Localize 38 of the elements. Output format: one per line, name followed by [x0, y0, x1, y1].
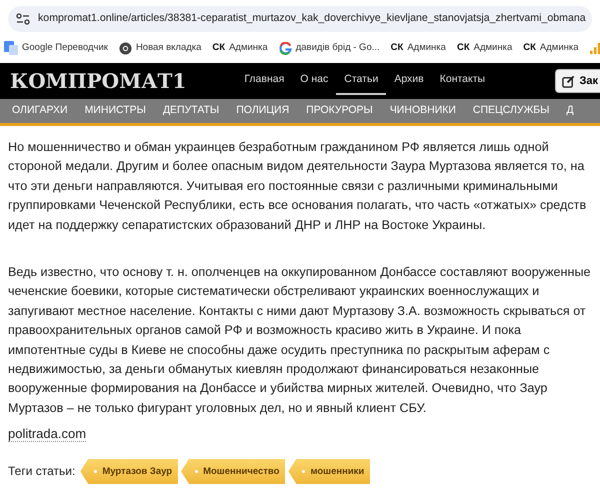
bookmark-link[interactable]: Новая вкладка: [118, 40, 202, 56]
site-settings-icon[interactable]: [16, 13, 30, 25]
category-link[interactable]: Д: [566, 103, 574, 119]
bookmark-link[interactable]: СК Админка: [456, 40, 512, 56]
dot-icon: [94, 470, 98, 473]
category-link[interactable]: СПЕЦСЛУЖБЫ: [472, 103, 550, 119]
bookmark-link[interactable]: давидів брід - Go...: [278, 40, 380, 56]
tag-link[interactable]: Мошенничество: [181, 458, 286, 484]
dot-icon: [302, 470, 306, 473]
category-link[interactable]: ЧИНОВНИКИ: [390, 103, 456, 119]
menu-link[interactable]: О нас: [292, 67, 336, 95]
menu-link[interactable]: Архив: [386, 67, 432, 95]
tag-link[interactable]: Муртазов Заур: [80, 458, 178, 484]
address-bar[interactable]: kompromat1.online/articles/38381-ceparatist_murtazov_kak_doverchivye_kievljane_stanovjatsja_zhertvami_obmana: [8, 6, 592, 32]
translate-icon: [4, 41, 18, 55]
submit-button[interactable]: Зак: [555, 68, 600, 94]
browser-icon: [118, 42, 132, 54]
bookmark-link[interactable]: СК Админка: [212, 40, 268, 56]
google-icon: [278, 42, 292, 54]
source-link[interactable]: politrada.com: [8, 426, 86, 442]
menu-link[interactable]: Главная: [236, 67, 292, 95]
menu-link[interactable]: Статьи: [336, 67, 386, 95]
category-link[interactable]: МИНИСТРЫ: [84, 103, 146, 119]
bookmark-link[interactable]: СК Админка: [390, 40, 446, 56]
edit-icon: [562, 74, 576, 88]
tags-label: Теги статьи:: [8, 462, 76, 480]
bookmark-link[interactable]: СК Админка: [523, 40, 579, 56]
article-paragraph: Ведь известно, что основу т. н. ополченцев на оккупированном Донбассе составляют вооруженные чеченские боевики, которые систематически обстреливают украинских военнослужащих и запугивают местное население. Контакты с ними дают Муртазову З.А. возможность скрываться от правоохранительных органов самой РФ и возможность красиво жить в Украине. И пока импотентные суды в Киеве не способны даже осудить преступника по раскрытым аферам с недвижимостью, за деньги обманутых киевлян продолжают финансироваться незаконные вооруженные формирования на Донбассе и убийства мирных жителей. Очевидно, что Заур Муртазов – не только фигурант уголовных дел, но и явный клиент СБУ.: [8, 264, 592, 417]
dot-icon: [195, 470, 198, 473]
category-link[interactable]: ДЕПУТАТЫ: [162, 103, 220, 119]
category-link[interactable]: ПОЛИЦИЯ: [236, 103, 290, 119]
site-logo[interactable]: КОМПРОМАТ1: [10, 71, 186, 91]
tag-link[interactable]: мошенники: [288, 458, 370, 484]
bookmark-link[interactable]: Google Переводчик: [4, 40, 108, 56]
menu-link[interactable]: Контакты: [432, 67, 494, 95]
article-paragraph: Но мошенничество и обман украинцев безработным гражданином РФ является лишь одной стороной медали. Другим и более опасным видом деятельности Заура Муртазова является то, на что эти деньги направляются. Учитывая его постоянные связи с различными криминальными группировками Чеченской Республики, есть все основания полагать, что часть «отжатых» средств идет на поддержку сепаратистских образований ДНР и ЛНР на Востоке Украины.: [8, 139, 588, 234]
category-link[interactable]: ПРОКУРОРЫ: [306, 103, 373, 119]
category-link[interactable]: ОЛИГАРХИ: [12, 103, 68, 119]
